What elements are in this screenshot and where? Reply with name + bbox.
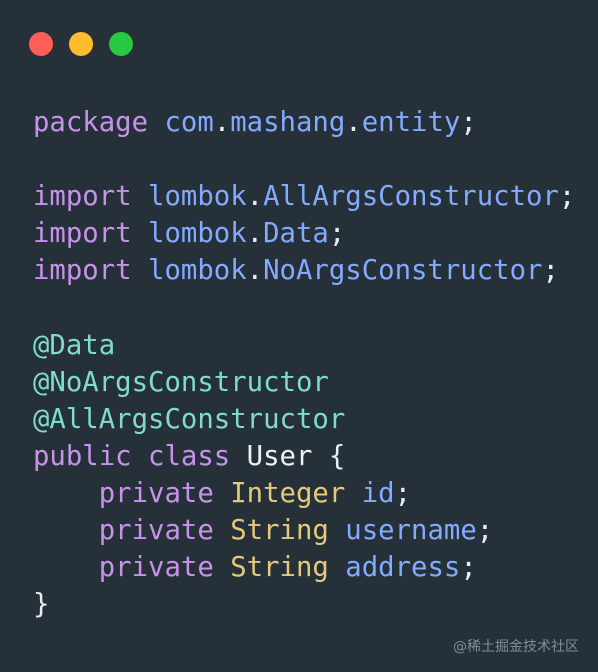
code-token-identifier: entity xyxy=(361,107,461,138)
code-token-identifier: address xyxy=(345,552,461,584)
code-token-keyword: private xyxy=(98,477,214,509)
code-token-punctuation: . xyxy=(213,107,231,138)
code-token-keyword: private xyxy=(98,552,214,584)
code-token-identifier: NoArgsConstructor xyxy=(263,255,543,287)
code-line: @AllArgsConstructor xyxy=(33,401,575,438)
code-line: import lombok.AllArgsConstructor; xyxy=(33,178,575,215)
window-titlebar xyxy=(0,0,598,80)
code-token-type: Integer xyxy=(230,477,346,509)
code-token-identifier: id xyxy=(361,477,395,509)
code-token-punctuation: ; xyxy=(476,515,494,547)
code-token-plain: User xyxy=(246,440,313,472)
code-token-type: String xyxy=(230,552,329,584)
code-line: @NoArgsConstructor xyxy=(33,364,575,401)
code-line: private String username; xyxy=(33,512,575,549)
code-token-punctuation: ; xyxy=(394,477,412,509)
code-token-keyword: class xyxy=(148,440,231,472)
code-token-keyword: import xyxy=(33,218,132,250)
code-token-punctuation: { xyxy=(328,440,346,472)
code-line: } xyxy=(33,586,575,623)
code-token-punctuation: . xyxy=(246,218,264,250)
code-token-keyword: private xyxy=(98,515,214,547)
code-token-annotation: @AllArgsConstructor xyxy=(33,403,346,435)
code-token-identifier: username xyxy=(345,515,477,547)
code-token-punctuation: . xyxy=(345,107,362,138)
code-token-punctuation: ; xyxy=(542,255,559,287)
code-token-identifier: lombok xyxy=(148,255,247,287)
code-token-annotation: @Data xyxy=(33,329,116,361)
watermark-text: @稀土掘金技术社区 xyxy=(453,639,579,655)
code-line: private String address; xyxy=(33,549,575,586)
minimize-window-button[interactable] xyxy=(69,32,93,56)
code-token-type: String xyxy=(230,515,329,547)
code-token-punctuation: . xyxy=(246,255,264,287)
code-line: @Data xyxy=(33,327,575,364)
code-token-identifier: AllArgsConstructor xyxy=(263,181,559,213)
code-line: import lombok.NoArgsConstructor; xyxy=(33,252,575,289)
code-token-keyword: public xyxy=(33,440,132,472)
code-line: import lombok.Data; xyxy=(33,215,575,252)
code-token-identifier: Data xyxy=(263,218,329,250)
code-token-punctuation: ; xyxy=(328,218,346,250)
close-window-button[interactable] xyxy=(29,32,53,56)
code-token-keyword: import xyxy=(33,255,132,287)
code-token-identifier: mashang xyxy=(230,107,346,138)
code-line: private Integer id; xyxy=(33,475,575,512)
code-token-punctuation: ; xyxy=(460,552,477,584)
code-line: public class User { xyxy=(33,438,575,475)
code-line: package com.mashang.entity; xyxy=(33,104,575,141)
code-block: package com.mashang.entity; import lombo… xyxy=(33,104,575,623)
code-token-punctuation: ; xyxy=(460,107,477,138)
zoom-window-button[interactable] xyxy=(109,32,133,56)
code-token-keyword: package xyxy=(33,107,149,138)
code-token-identifier: lombok xyxy=(148,181,247,213)
code-token-identifier: com xyxy=(164,107,214,138)
code-token-punctuation: } xyxy=(33,589,50,621)
code-token-punctuation: ; xyxy=(558,181,576,213)
code-token-punctuation: . xyxy=(246,181,264,213)
code-token-identifier: lombok xyxy=(148,218,247,250)
code-token-annotation: @NoArgsConstructor xyxy=(33,366,329,398)
code-token-keyword: import xyxy=(33,181,132,213)
code-window: package com.mashang.entity; import lombo… xyxy=(0,0,598,672)
